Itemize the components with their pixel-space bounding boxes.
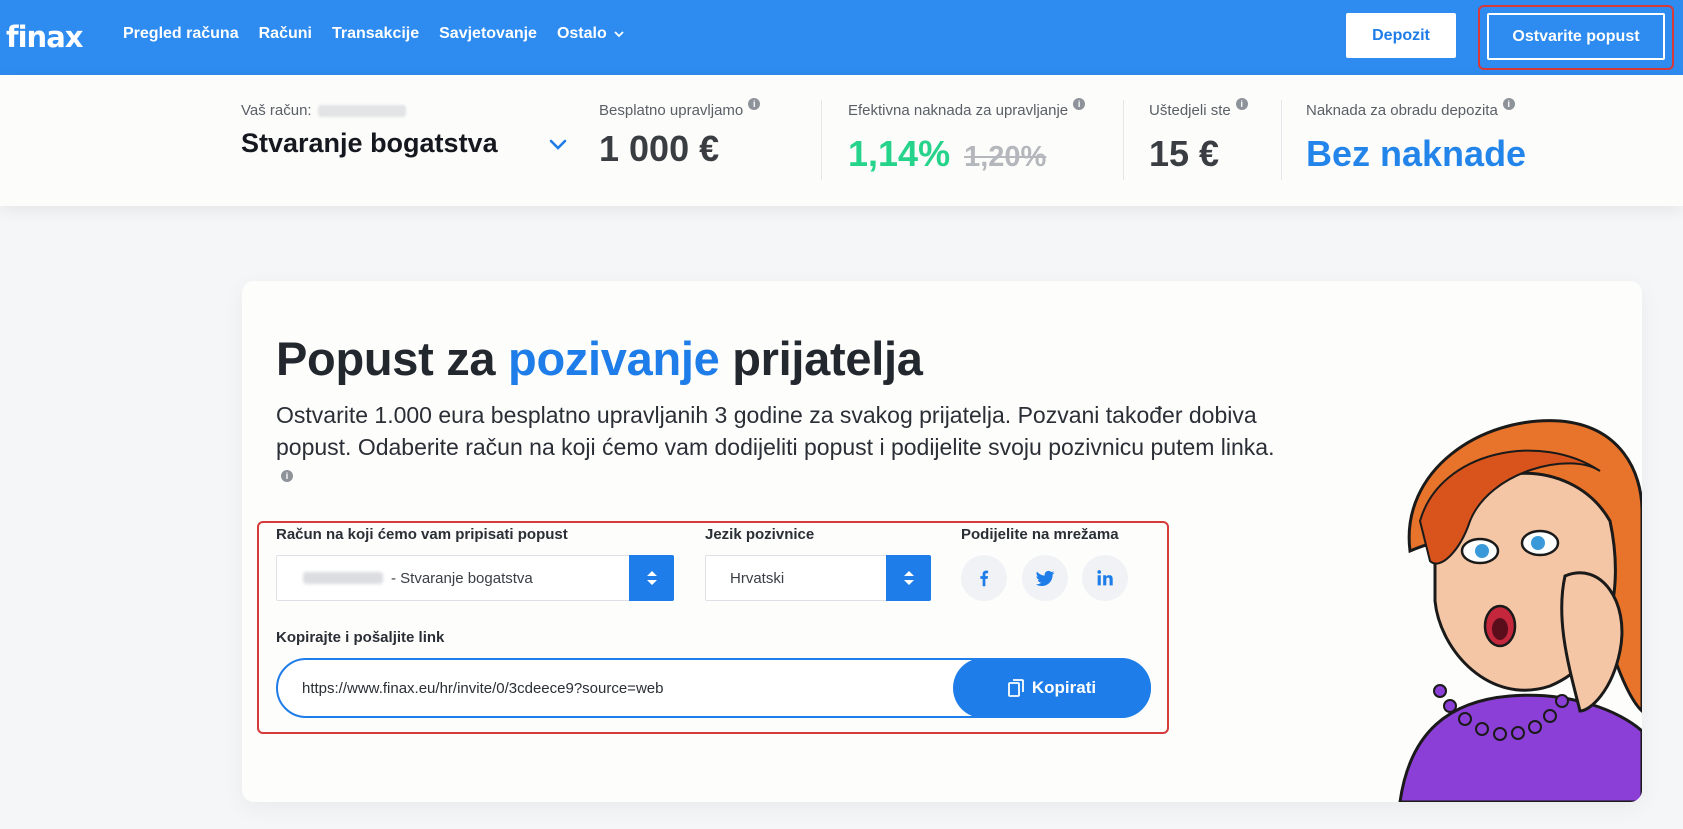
get-discount-button[interactable]: Ostvarite popust	[1487, 13, 1665, 60]
main-nav: Pregled računa Računi Transakcije Savjet…	[123, 25, 625, 43]
copy-button-label: Kopirati	[1031, 678, 1097, 697]
twitter-icon	[1035, 570, 1055, 586]
referral-card: Popust za pozivanje prijatelja Ostvarite…	[242, 281, 1642, 802]
info-icon[interactable]: i	[1502, 97, 1515, 110]
free-managed-value: 1 000 €	[599, 128, 720, 169]
nav-item-advisory[interactable]: Savjetovanje	[439, 25, 537, 43]
nav-item-more[interactable]: Ostalo	[557, 25, 625, 43]
page-title: Popust za pozivanje prijatelja	[276, 331, 923, 386]
title-part-1: Popust za	[276, 332, 509, 385]
nav-item-accounts[interactable]: Računi	[259, 25, 312, 43]
language-select-value: Hrvatski	[730, 569, 785, 587]
info-icon[interactable]: i	[1235, 97, 1248, 110]
account-label: Vaš račun:	[241, 102, 406, 119]
invite-link-input[interactable]	[302, 676, 922, 700]
effective-fee-old-value: 1,20%	[964, 141, 1047, 173]
account-label-text: Vaš račun:	[241, 102, 312, 119]
linkedin-icon	[1097, 570, 1113, 586]
saved-value: 15 €	[1149, 133, 1220, 174]
saved-label: Uštedjeli ste i	[1149, 97, 1248, 119]
nav-more-label: Ostalo	[556, 25, 607, 42]
account-name: Stvaranje bogatstva	[241, 128, 498, 158]
account-select-label: Račun na koji ćemo vam pripisati popust	[276, 526, 568, 543]
copy-icon	[1007, 679, 1024, 697]
account-select[interactable]: - Stvaranje bogatstva	[276, 555, 674, 601]
twitter-share-button[interactable]	[1022, 555, 1068, 601]
title-accent: pozivanje	[508, 332, 720, 385]
saved-label-text: Uštedjeli ste	[1149, 102, 1231, 119]
deposit-fee-value: Bez naknade	[1306, 133, 1527, 174]
effective-fee-label-text: Efektivna naknada za upravljanje	[848, 102, 1069, 119]
account-dropdown-chevron-icon[interactable]	[546, 133, 570, 157]
divider	[1123, 100, 1124, 180]
select-arrows-icon[interactable]	[886, 555, 931, 601]
facebook-icon	[980, 570, 989, 587]
divider	[821, 100, 822, 180]
language-label: Jezik pozivnice	[705, 526, 815, 543]
effective-fee-value: 1,14%	[848, 133, 951, 174]
referral-description: Ostvarite 1.000 eura besplatno upravljan…	[276, 399, 1286, 495]
account-select-value: - Stvaranje bogatstva	[391, 569, 533, 587]
deposit-fee-label: Naknada za obradu depozita i	[1306, 97, 1515, 119]
share-label: Podijelite na mrežama	[961, 526, 1119, 543]
effective-fee: 1,14% 1,20%	[848, 133, 1046, 175]
deposit-fee-label-text: Naknada za obradu depozita	[1306, 102, 1498, 119]
invite-link-field: Kopirati	[276, 658, 1151, 718]
deposit-button[interactable]: Depozit	[1346, 13, 1456, 58]
whispering-woman-illustration	[1398, 419, 1642, 802]
select-arrows-icon[interactable]	[629, 555, 674, 601]
divider	[1281, 100, 1282, 180]
effective-fee-label: Efektivna naknada za upravljanje i	[848, 97, 1086, 119]
redacted-account-number	[303, 572, 383, 584]
copy-link-label: Kopirajte i pošaljite link	[276, 629, 445, 646]
info-icon[interactable]: i	[1073, 97, 1086, 110]
free-managed-label-text: Besplatno upravljamo	[599, 102, 744, 119]
top-navigation-bar: finax Pregled računa Računi Transakcije …	[0, 0, 1683, 75]
redacted-account-number	[317, 104, 406, 117]
nav-item-account-overview[interactable]: Pregled računa	[123, 25, 239, 43]
info-icon[interactable]: i	[281, 470, 293, 482]
nav-item-transactions[interactable]: Transakcije	[332, 25, 419, 43]
finax-logo[interactable]: finax	[6, 20, 83, 54]
linkedin-share-button[interactable]	[1082, 555, 1128, 601]
language-select[interactable]: Hrvatski	[705, 555, 931, 601]
title-part-2: prijatelja	[719, 332, 923, 385]
referral-description-text: Ostvarite 1.000 eura besplatno upravljan…	[276, 402, 1275, 460]
facebook-share-button[interactable]	[961, 555, 1007, 601]
copy-link-button[interactable]: Kopirati	[953, 658, 1151, 718]
info-icon[interactable]: i	[748, 97, 761, 110]
chevron-down-icon	[614, 31, 624, 38]
free-managed-label: Besplatno upravljamo i	[599, 97, 761, 119]
